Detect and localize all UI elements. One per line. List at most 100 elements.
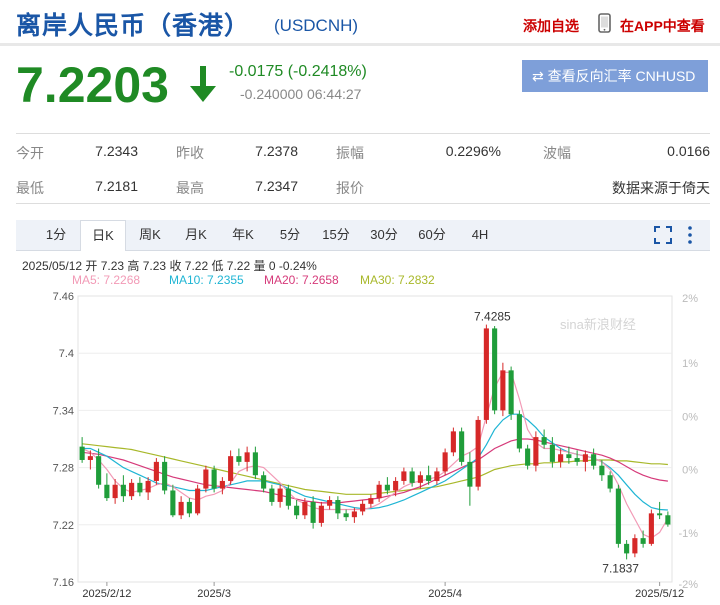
candle-body (120, 484, 126, 497)
stat-label: 最低 (16, 180, 44, 196)
candle-body (384, 484, 390, 491)
ma30-line (82, 443, 668, 495)
stat-label: 报价 (336, 180, 364, 196)
candle-body (549, 444, 555, 462)
tab-weekly[interactable]: 周K (128, 220, 172, 250)
candle-body (665, 515, 671, 525)
price-change-detail: -0.240000 06:44:27 (240, 86, 362, 102)
candle-body (508, 370, 514, 415)
candle-body (211, 469, 217, 489)
candle-body (129, 482, 135, 497)
candle-body (112, 484, 118, 499)
candle-body (228, 456, 234, 481)
low-annotation: 7.1837 (602, 561, 639, 575)
candle-body (170, 490, 176, 516)
watermark: sina新浪财经 (560, 317, 636, 332)
open-app-link[interactable]: 在APP中查看 (620, 16, 705, 36)
candle-body (137, 482, 143, 493)
candle-body (533, 437, 539, 466)
ma5-line (81, 371, 669, 539)
candle-body (492, 328, 498, 411)
candle-body (261, 475, 267, 489)
candle-body (591, 454, 597, 466)
stats-row: 今开 7.2343 昨收 7.2378 振幅 0.2296% 波幅 0.0166 (16, 134, 710, 169)
fullscreen-icon[interactable] (654, 226, 672, 244)
price-change: -0.0175 (-0.2418%) (229, 63, 367, 80)
tab-5min[interactable]: 5分 (268, 220, 312, 250)
tab-yearly[interactable]: 年K (221, 220, 265, 250)
tab-daily[interactable]: 日K (80, 220, 126, 251)
y-tick-label: 7.16 (53, 577, 74, 589)
stat-value: 7.2378 (255, 143, 298, 159)
period-tabs: 1分 日K 周K 月K 年K 5分 15分 30分 60分 4H (16, 220, 710, 251)
candle-body (104, 484, 110, 499)
candle-body (475, 419, 481, 487)
candle-body (426, 475, 432, 481)
tab-monthly[interactable]: 月K (174, 220, 218, 250)
tab-4h[interactable]: 4H (458, 220, 502, 250)
stat-label: 振幅 (336, 145, 364, 161)
candle-info: 2025/05/12 开 7.23 高 7.23 收 7.22 低 7.22 量… (22, 259, 317, 273)
candle-body (277, 488, 283, 502)
x-tick-label: 2025/5/12 (635, 588, 684, 600)
y-pct-label: 1% (682, 358, 698, 370)
candle-body (360, 503, 366, 512)
tab-30min[interactable]: 30分 (362, 220, 406, 250)
y-tick-label: 7.22 (53, 520, 74, 532)
candle-body (483, 328, 489, 420)
candle-body (434, 471, 440, 481)
candle-body (599, 465, 605, 476)
candle-body (624, 543, 630, 554)
stat-value: 0.2296% (445, 143, 501, 159)
candle-body (178, 501, 184, 516)
candle-body (294, 505, 300, 516)
down-arrow-icon (190, 66, 216, 102)
candle-body (574, 458, 580, 462)
stat-label: 最高 (176, 180, 204, 196)
y-pct-label: 0% (682, 411, 698, 423)
kline-chart[interactable]: 7.467.47.347.287.227.162%1%0%0%-1%-2%202… (0, 285, 720, 605)
stat-value: 0.0166 (667, 143, 710, 159)
more-options-icon[interactable] (686, 225, 694, 245)
candle-body (318, 505, 324, 523)
candle-body (516, 414, 522, 449)
candle-body (657, 513, 663, 516)
plot-frame (77, 295, 673, 583)
reverse-rate-button[interactable]: ⇄ 查看反向汇率 CNHUSD (522, 60, 708, 92)
page-title: 离岸人民币（香港） (16, 12, 251, 40)
candle-body (459, 431, 465, 462)
candle-body (236, 456, 242, 462)
stat-label: 波幅 (543, 145, 571, 161)
current-price: 7.2203 (16, 57, 169, 113)
add-watchlist-link[interactable]: 添加自选 (523, 16, 579, 36)
tab-60min[interactable]: 60分 (410, 220, 454, 250)
y-tick-label: 7.46 (53, 291, 74, 303)
candle-body (343, 513, 349, 518)
x-tick-label: 2025/2/12 (82, 588, 131, 600)
tab-15min[interactable]: 15分 (314, 220, 358, 250)
candle-body (450, 431, 456, 453)
stat-value: 7.2347 (255, 178, 298, 194)
stat-value: 7.2181 (95, 178, 138, 194)
candle-body (269, 488, 275, 502)
candle-body (393, 480, 399, 491)
candle-body (607, 475, 613, 489)
candle-body (582, 454, 588, 462)
candle-body (558, 454, 564, 462)
candle-body (368, 498, 374, 504)
phone-icon (598, 13, 611, 33)
y-tick-label: 7.4 (59, 348, 74, 360)
candle-body (244, 452, 250, 462)
candle-body (310, 501, 316, 523)
candle-body (327, 500, 333, 506)
candle-body (219, 480, 225, 489)
candle-body (87, 456, 93, 460)
candle-body (467, 461, 473, 487)
stat-value: 7.2343 (95, 143, 138, 159)
high-annotation: 7.4285 (474, 310, 511, 324)
candle-body (500, 370, 506, 411)
tab-1min[interactable]: 1分 (36, 220, 76, 250)
candle-body (648, 513, 654, 544)
candle-body (401, 471, 407, 481)
candle-body (376, 484, 382, 499)
